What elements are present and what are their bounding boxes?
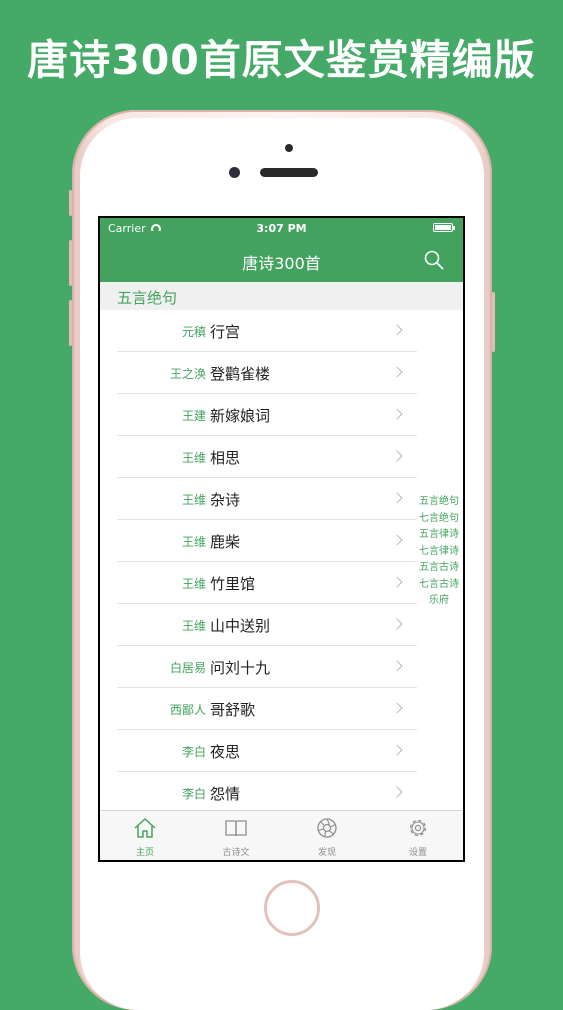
phone-side-button-power: [492, 292, 495, 352]
poem-author: 西鄙人: [170, 701, 206, 718]
chevron-right-icon: [391, 450, 402, 461]
chevron-right-icon: [391, 576, 402, 587]
section-title: 五言绝句: [117, 287, 177, 308]
phone-side-button-volume-down: [69, 300, 72, 346]
section-index-item[interactable]: 乐府: [416, 593, 462, 610]
poem-author: 白居易: [170, 659, 206, 676]
poem-row[interactable]: 王维山中送别: [100, 604, 463, 646]
home-icon: [133, 816, 157, 840]
tab-discover[interactable]: 发现: [282, 811, 372, 860]
poem-row[interactable]: 王维竹里馆: [100, 562, 463, 604]
poem-title: 杂诗: [210, 489, 240, 510]
chevron-right-icon: [391, 786, 402, 797]
poem-row[interactable]: 王之涣登鹳雀楼: [100, 352, 463, 394]
status-bar: Carrier 3:07 PM: [100, 218, 463, 238]
poem-author: 王维: [182, 617, 206, 634]
navigation-bar: 唐诗300首: [100, 238, 463, 282]
poem-author: 李白: [182, 743, 206, 760]
section-index: 五言绝句七言绝句五言律诗七言律诗五言古诗七言古诗乐府: [416, 494, 462, 610]
section-index-item[interactable]: 五言绝句: [416, 494, 462, 511]
gear-icon: [406, 816, 430, 840]
chevron-right-icon: [391, 534, 402, 545]
tab-bar: 主页 古诗文 发现: [100, 810, 463, 860]
tab-label: 设置: [373, 845, 463, 858]
nav-title: 唐诗300首: [100, 250, 463, 274]
tab-label: 主页: [100, 845, 190, 858]
section-index-item[interactable]: 五言律诗: [416, 527, 462, 544]
chevron-right-icon: [391, 492, 402, 503]
phone-side-button-silent: [69, 190, 72, 216]
section-index-item[interactable]: 七言律诗: [416, 544, 462, 561]
chevron-right-icon: [391, 366, 402, 377]
poem-title: 行宫: [210, 321, 240, 342]
section-index-item[interactable]: 七言古诗: [416, 577, 462, 594]
aperture-icon: [315, 816, 339, 840]
chevron-right-icon: [391, 660, 402, 671]
poem-title: 问刘十九: [210, 657, 270, 678]
poem-title: 鹿柴: [210, 531, 240, 552]
chevron-right-icon: [391, 702, 402, 713]
tab-home[interactable]: 主页: [100, 811, 190, 860]
poem-list: 元稹行宫王之涣登鹳雀楼王建新嫁娘词王维相思王维杂诗王维鹿柴王维竹里馆王维山中送别…: [100, 310, 463, 814]
poem-title: 新嫁娘词: [210, 405, 270, 426]
poem-author: 王之涣: [170, 365, 206, 382]
phone-side-button-volume-up: [69, 240, 72, 286]
proximity-sensor: [285, 144, 293, 152]
section-index-item[interactable]: 七言绝句: [416, 511, 462, 528]
poem-row[interactable]: 元稹行宫: [100, 310, 463, 352]
app-screen: Carrier 3:07 PM 唐诗300首 五言绝句 元稹行宫王之涣登鹳雀楼王…: [100, 218, 463, 860]
poem-author: 李白: [182, 785, 206, 802]
chevron-right-icon: [391, 324, 402, 335]
poem-title: 怨情: [210, 783, 240, 804]
poem-row[interactable]: 王维鹿柴: [100, 520, 463, 562]
poem-author: 王维: [182, 449, 206, 466]
poem-row[interactable]: 王建新嫁娘词: [100, 394, 463, 436]
poem-title: 夜思: [210, 741, 240, 762]
search-icon[interactable]: [423, 249, 445, 271]
poem-row[interactable]: 西鄙人哥舒歌: [100, 688, 463, 730]
status-time: 3:07 PM: [100, 222, 463, 235]
tab-label: 发现: [282, 845, 372, 858]
poem-title: 相思: [210, 447, 240, 468]
battery-icon: [433, 223, 453, 232]
front-camera: [229, 167, 240, 178]
poem-row[interactable]: 白居易问刘十九: [100, 646, 463, 688]
poem-author: 王建: [182, 407, 206, 424]
poem-row[interactable]: 王维相思: [100, 436, 463, 478]
poem-title: 山中送别: [210, 615, 270, 636]
poem-author: 王维: [182, 575, 206, 592]
chevron-right-icon: [391, 618, 402, 629]
poem-row[interactable]: 王维杂诗: [100, 478, 463, 520]
section-header: 五言绝句: [100, 282, 463, 310]
home-button: [264, 880, 320, 936]
tab-poems[interactable]: 古诗文: [191, 811, 281, 860]
promo-title: 唐诗300首原文鉴赏精编版: [0, 26, 563, 86]
poem-row[interactable]: 李白夜思: [100, 730, 463, 772]
poem-title: 竹里馆: [210, 573, 255, 594]
poem-title: 哥舒歌: [210, 699, 255, 720]
chevron-right-icon: [391, 744, 402, 755]
phone-screen: Carrier 3:07 PM 唐诗300首 五言绝句 元稹行宫王之涣登鹳雀楼王…: [98, 216, 465, 862]
book-icon: [224, 816, 248, 840]
earpiece-speaker: [260, 168, 318, 177]
poem-author: 王维: [182, 491, 206, 508]
poem-author: 王维: [182, 533, 206, 550]
section-index-item[interactable]: 五言古诗: [416, 560, 462, 577]
poem-author: 元稹: [182, 323, 206, 340]
poem-title: 登鹳雀楼: [210, 363, 270, 384]
tab-settings[interactable]: 设置: [373, 811, 463, 860]
poem-row[interactable]: 李白怨情: [100, 772, 463, 814]
tab-label: 古诗文: [191, 845, 281, 858]
chevron-right-icon: [391, 408, 402, 419]
